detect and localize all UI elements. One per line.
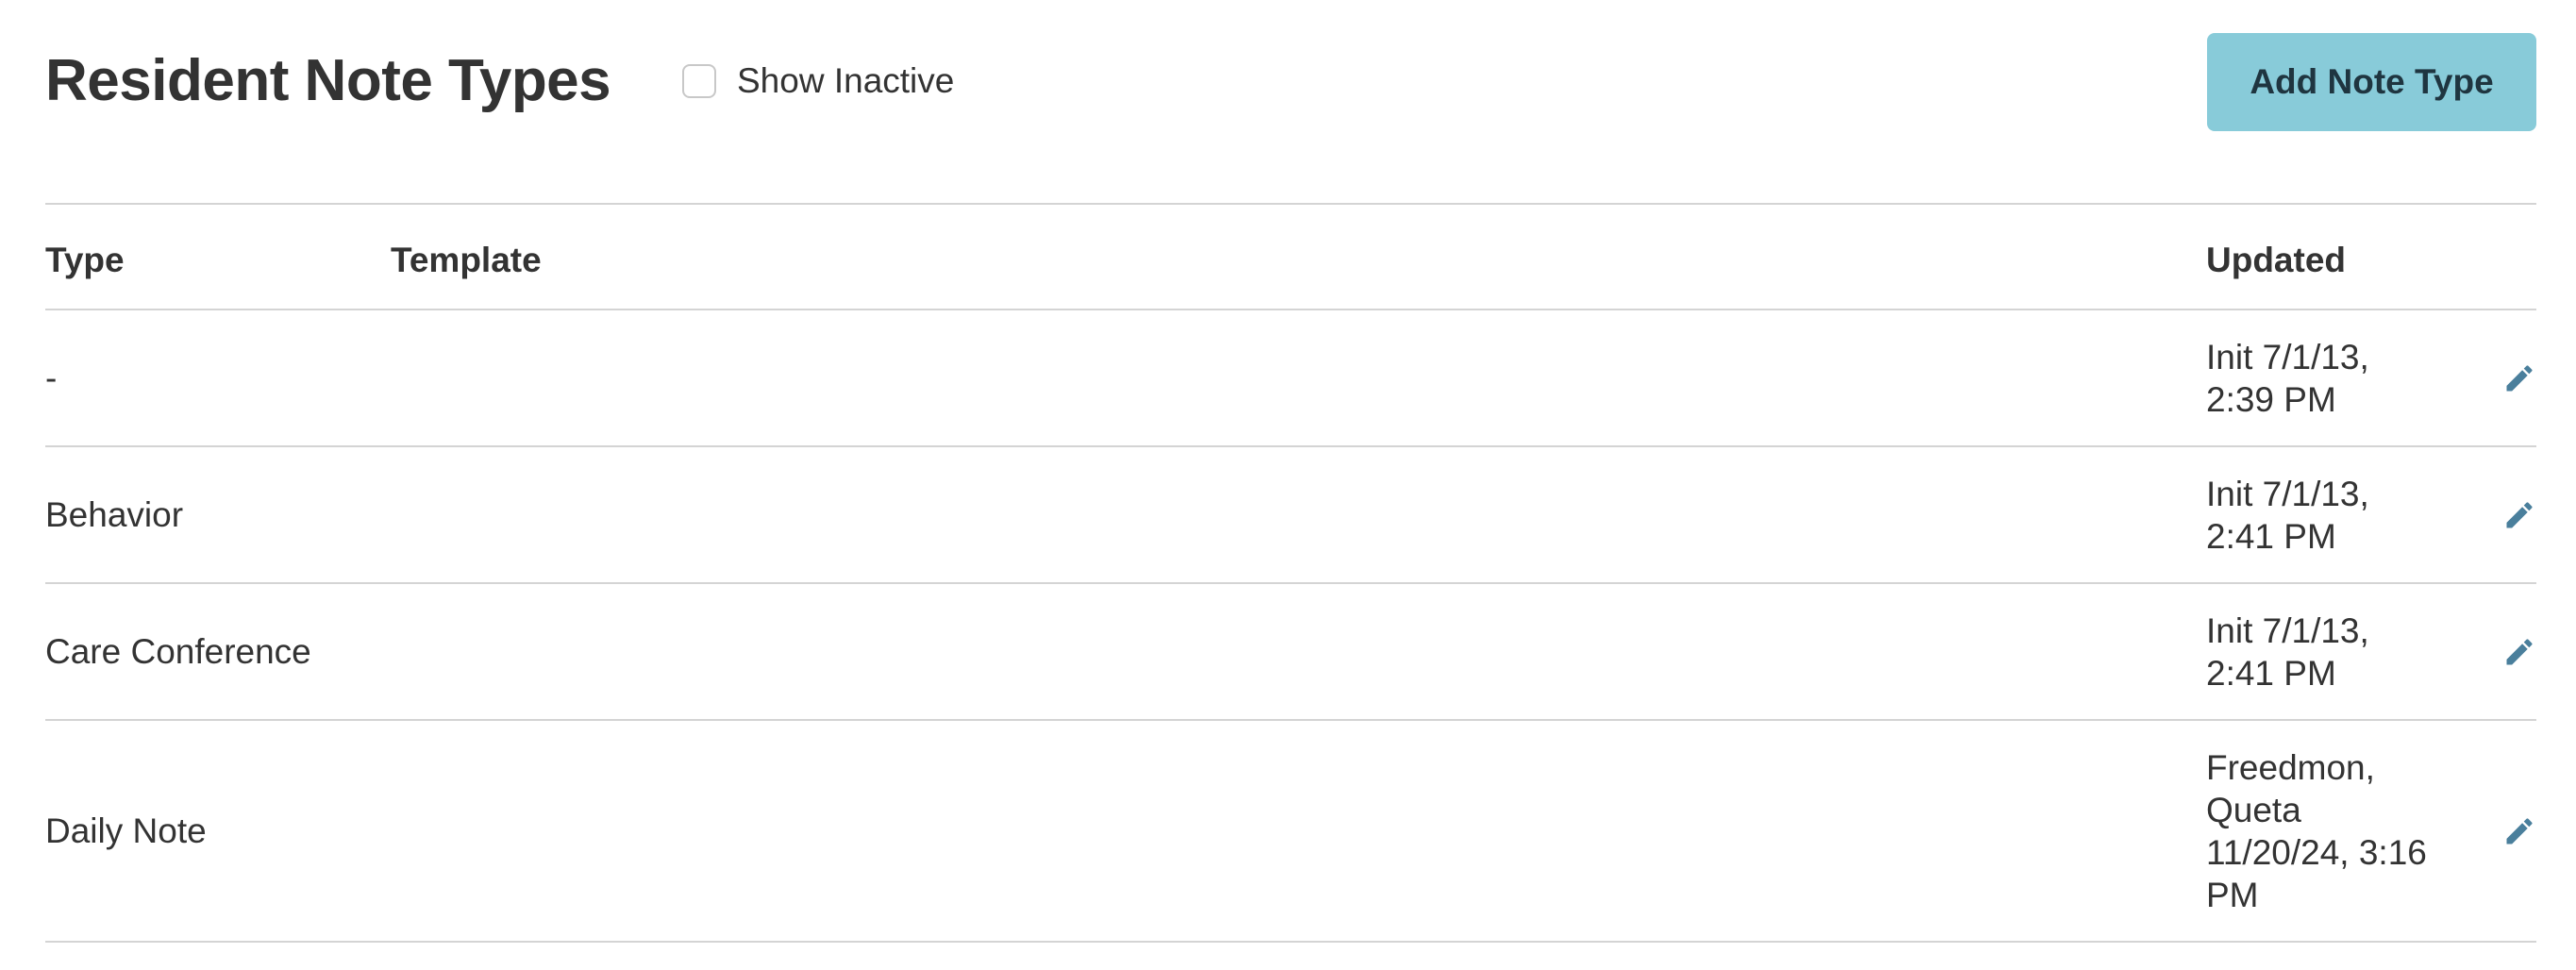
updated-line: 11/20/24, 3:16 — [2206, 832, 2427, 872]
updated-line: Init 7/1/13, — [2206, 610, 2369, 650]
updated-cell: Init 7/1/13, 2:39 PM — [2206, 336, 2461, 421]
type-cell: Behavior — [45, 494, 184, 534]
column-header-type: Type — [45, 241, 125, 279]
type-cell: Care Conference — [45, 631, 311, 671]
updated-line: 2:39 PM — [2206, 379, 2336, 419]
pencil-icon[interactable] — [2502, 635, 2536, 669]
show-inactive-checkbox[interactable] — [682, 64, 716, 98]
table-row: - Init 7/1/13, 2:39 PM — [45, 310, 2536, 447]
show-inactive-toggle[interactable]: Show Inactive — [682, 59, 954, 104]
updated-line: Freedmon, — [2206, 747, 2375, 787]
page: Resident Note Types Show Inactive Add No… — [45, 0, 2536, 943]
pencil-icon[interactable] — [2502, 814, 2536, 848]
show-inactive-label: Show Inactive — [737, 61, 955, 100]
pencil-icon[interactable] — [2502, 498, 2536, 532]
note-types-table: Type Template Updated - Init 7/1/13, 2:3… — [45, 203, 2536, 943]
updated-line: Init 7/1/13, — [2206, 474, 2369, 513]
table-row: Behavior Init 7/1/13, 2:41 PM — [45, 447, 2536, 584]
updated-line: 2:41 PM — [2206, 516, 2336, 556]
updated-line: Init 7/1/13, — [2206, 337, 2369, 376]
type-cell: Daily Note — [45, 811, 207, 850]
updated-cell: Init 7/1/13, 2:41 PM — [2206, 610, 2461, 694]
updated-cell: Init 7/1/13, 2:41 PM — [2206, 473, 2461, 558]
type-cell: - — [45, 358, 58, 397]
add-note-type-button[interactable]: Add Note Type — [2207, 33, 2536, 131]
updated-cell: Freedmon, Queta 11/20/24, 3:16 PM — [2206, 746, 2461, 916]
column-header-template: Template — [391, 241, 542, 279]
table-row: Care Conference Init 7/1/13, 2:41 PM — [45, 584, 2536, 721]
updated-line: Queta — [2206, 790, 2301, 829]
page-header: Resident Note Types Show Inactive Add No… — [45, 0, 2536, 204]
table-row: Daily Note Freedmon, Queta 11/20/24, 3:1… — [45, 721, 2536, 943]
column-header-updated: Updated — [2206, 241, 2346, 279]
updated-line: PM — [2206, 875, 2259, 914]
updated-line: 2:41 PM — [2206, 653, 2336, 693]
table-header-row: Type Template Updated — [45, 205, 2536, 310]
page-title: Resident Note Types — [45, 48, 611, 113]
pencil-icon[interactable] — [2502, 361, 2536, 395]
